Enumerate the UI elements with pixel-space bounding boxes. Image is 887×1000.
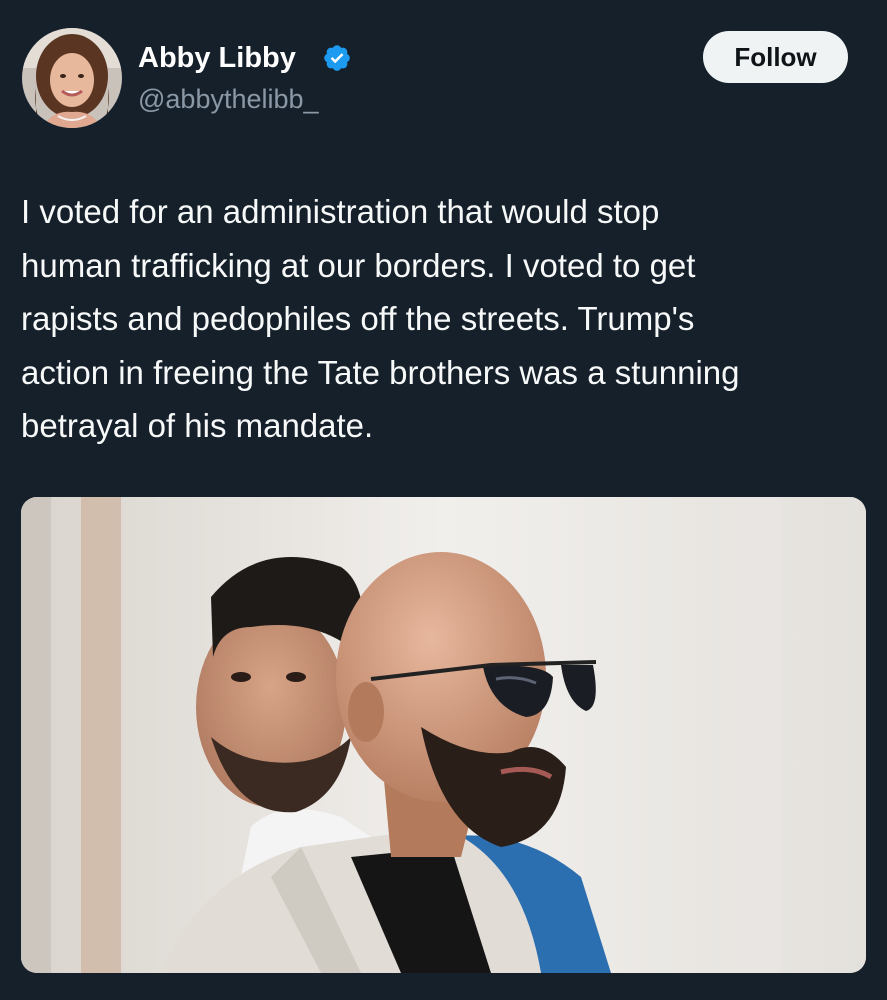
tweet-media-image[interactable]: [21, 497, 866, 973]
avatar-photo-icon: [22, 28, 122, 128]
author-handle[interactable]: @abbythelibb_: [138, 82, 319, 116]
tweet-text-line: betrayal of his mandate.: [21, 407, 374, 444]
author-display-name[interactable]: Abby Libby: [138, 40, 296, 76]
follow-button[interactable]: Follow: [703, 31, 848, 83]
tweet-text-line: human trafficking at our borders. I vote…: [21, 246, 696, 284]
tweet-text-line: I voted for an administration that would…: [21, 193, 660, 230]
tweet-text-line: rapists and pedophiles off the streets. …: [21, 300, 695, 337]
author-avatar[interactable]: [22, 28, 122, 128]
photo-two-men-icon: [21, 497, 866, 973]
tweet-text: I voted for an administration that would…: [21, 185, 871, 453]
verified-badge-icon: [324, 45, 350, 71]
tweet-text-line: action in freeing the Tate brothers was …: [21, 353, 740, 391]
